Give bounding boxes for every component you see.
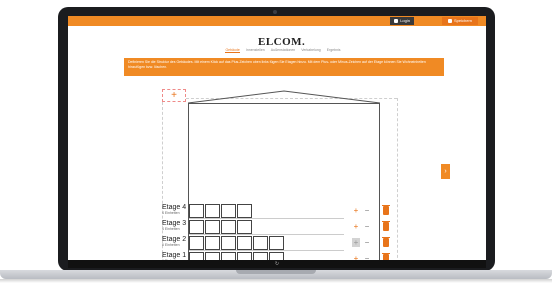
login-label: Login xyxy=(400,18,410,23)
floor-units: 6 Einheiten xyxy=(162,243,180,247)
floor-units: 4 Einheiten xyxy=(162,211,180,215)
floor-label: Etage 4 4 Einheiten xyxy=(162,204,188,215)
unit-cell[interactable] xyxy=(269,236,284,250)
unit-cell[interactable] xyxy=(237,236,252,250)
add-unit-button[interactable]: + xyxy=(352,206,360,215)
floor-label: Etage 2 6 Einheiten xyxy=(162,236,188,247)
remove-unit-button[interactable]: − xyxy=(363,206,371,215)
trash-icon[interactable] xyxy=(382,237,390,247)
top-bar: Login Speichern xyxy=(68,16,486,26)
floor-units: 4 Einheiten xyxy=(162,227,180,231)
floor-row: Etage 4 4 Einheiten + − xyxy=(162,204,400,219)
unit-cells xyxy=(189,236,284,250)
laptop-shadow xyxy=(0,279,552,283)
unit-cells xyxy=(189,204,252,218)
info-banner: Definieren Sie die Struktur des Gebäudes… xyxy=(124,58,444,76)
floor-row: Etage 2 6 Einheiten + − xyxy=(162,236,400,251)
unit-cell[interactable] xyxy=(237,220,252,234)
unit-cells xyxy=(189,220,252,234)
trash-icon[interactable] xyxy=(382,221,390,231)
unit-cell[interactable] xyxy=(205,236,220,250)
trash-icon[interactable] xyxy=(382,205,390,215)
unit-cell[interactable] xyxy=(189,220,204,234)
tab-gebaeude[interactable]: Gebäude xyxy=(225,48,240,53)
unit-cell[interactable] xyxy=(237,204,252,218)
remove-unit-button[interactable]: − xyxy=(363,238,371,247)
building-roof xyxy=(188,90,380,104)
camera-icon xyxy=(273,10,277,14)
floor-name: Etage 4 xyxy=(162,204,187,211)
floor-divider xyxy=(189,234,344,235)
remove-unit-button[interactable]: − xyxy=(363,222,371,231)
app-screen: Login Speichern ELCOM. Gebäude Innenstel… xyxy=(68,16,486,268)
tab-verkabelung[interactable]: Verkabelung xyxy=(301,48,320,53)
add-unit-button-disabled[interactable]: + xyxy=(352,238,360,247)
laptop-notch xyxy=(236,270,316,274)
save-label: Speichern xyxy=(453,18,472,23)
floor-divider xyxy=(189,250,344,251)
floor-name: Etage 1 xyxy=(162,252,187,259)
unit-cell[interactable] xyxy=(221,204,236,218)
unit-cell[interactable] xyxy=(253,236,268,250)
save-button[interactable]: Speichern xyxy=(441,17,478,25)
save-icon xyxy=(447,18,452,23)
add-floor-button[interactable]: + xyxy=(162,89,186,102)
user-icon xyxy=(394,18,399,23)
floor-name: Etage 2 xyxy=(162,236,187,243)
unit-cell[interactable] xyxy=(189,236,204,250)
tab-innenstellen[interactable]: Innenstellen xyxy=(246,48,265,53)
tab-aussenstationen[interactable]: Außenstationen xyxy=(271,48,296,53)
floor-name: Etage 3 xyxy=(162,220,187,227)
unit-cell[interactable] xyxy=(221,220,236,234)
refresh-icon[interactable]: ↻ xyxy=(274,261,280,267)
login-button[interactable]: Login xyxy=(390,17,414,25)
floor-label: Etage 3 4 Einheiten xyxy=(162,220,188,231)
tab-ergebnis[interactable]: Ergebnis xyxy=(327,48,341,53)
floor-divider xyxy=(189,218,344,219)
brand-logo: ELCOM. xyxy=(258,36,306,48)
add-unit-button[interactable]: + xyxy=(352,222,360,231)
bottom-bar: ↻ xyxy=(68,260,486,268)
unit-cell[interactable] xyxy=(189,204,204,218)
unit-cell[interactable] xyxy=(221,236,236,250)
unit-cell[interactable] xyxy=(205,220,220,234)
floor-row: Etage 3 4 Einheiten + − xyxy=(162,220,400,235)
next-step-button[interactable]: › xyxy=(441,164,450,179)
unit-cell[interactable] xyxy=(205,204,220,218)
step-tabs: Gebäude Innenstellen Außenstationen Verk… xyxy=(218,48,348,53)
